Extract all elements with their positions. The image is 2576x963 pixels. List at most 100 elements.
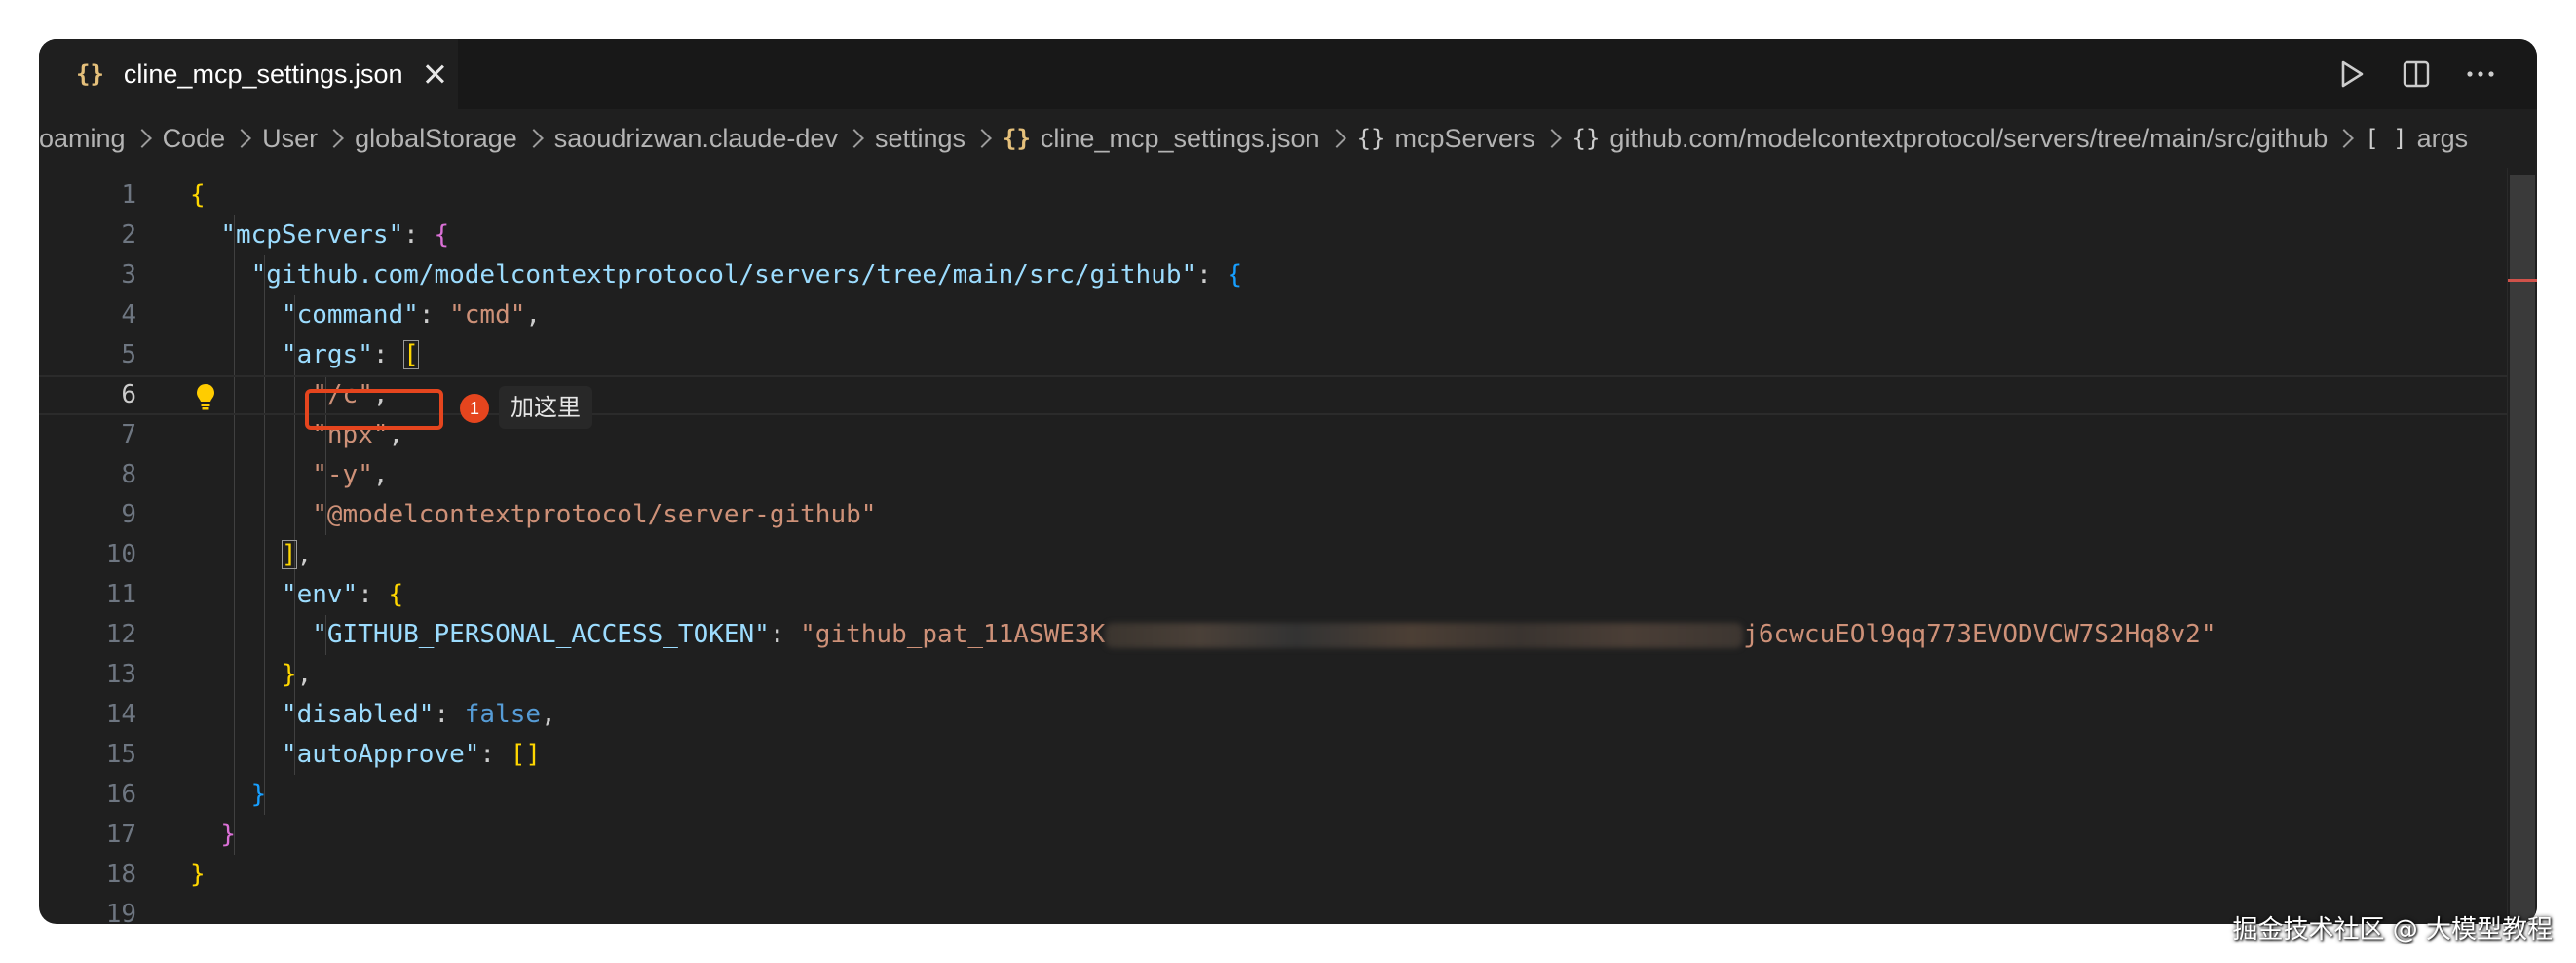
- breadcrumb-label: settings: [874, 123, 966, 153]
- line-number: 19: [105, 900, 136, 924]
- bracket-match: ]: [281, 540, 297, 569]
- code-text: },: [281, 660, 313, 689]
- json-string: "@modelcontextprotocol/server-github": [312, 500, 877, 529]
- close-icon[interactable]: [421, 60, 448, 88]
- line-number: 18: [105, 860, 136, 889]
- breadcrumb-label: github.com/modelcontextprotocol/servers/…: [1610, 123, 2329, 153]
- breadcrumb-symbol[interactable]: {} github.com/modelcontextprotocol/server…: [1572, 124, 2329, 154]
- code-line: 12 "GITHUB_PERSONAL_ACCESS_TOKEN": "gith…: [39, 615, 2514, 655]
- code-text: "disabled": false,: [281, 700, 556, 729]
- annotation-callout: 加这里: [499, 386, 592, 429]
- tab-bar: {} cline_mcp_settings.json: [39, 39, 2537, 109]
- breadcrumb-label: User: [262, 123, 319, 153]
- code-line: 1 {: [39, 175, 2514, 215]
- object-icon: {}: [1572, 125, 1601, 152]
- breadcrumb-label: globalStorage: [355, 123, 517, 153]
- code-text: {: [190, 180, 206, 210]
- line-number: 6: [121, 380, 136, 409]
- json-string: "-y": [312, 460, 373, 489]
- json-key: "command": [281, 300, 419, 329]
- chevron-right-icon: [845, 129, 864, 148]
- scrollbar-marker: [2508, 279, 2537, 282]
- line-number: 1: [121, 180, 136, 210]
- breadcrumb: oaming Code User globalStorage saoudrizw…: [39, 109, 2537, 168]
- code-text: }: [190, 860, 206, 889]
- code-line: 11 "env": {: [39, 575, 2514, 615]
- chevron-right-icon: [132, 129, 152, 148]
- breadcrumb-item[interactable]: saoudrizwan.claude-dev: [554, 124, 838, 154]
- chevron-right-icon: [972, 129, 992, 148]
- code-text: "args": [: [281, 340, 419, 369]
- breadcrumb-label: Code: [162, 123, 226, 153]
- code-line: 17 }: [39, 815, 2514, 855]
- line-number: 7: [121, 420, 136, 449]
- json-array: []: [510, 740, 542, 769]
- split-editor-icon[interactable]: [2399, 57, 2434, 92]
- tab-cline-mcp-settings[interactable]: {} cline_mcp_settings.json: [39, 39, 458, 109]
- bracket-match: [: [403, 340, 419, 369]
- code-line: 18 }: [39, 855, 2514, 895]
- json-key: "autoApprove": [281, 740, 480, 769]
- breadcrumb-label: cline_mcp_settings.json: [1040, 123, 1320, 153]
- breadcrumb-label: args: [2416, 123, 2469, 153]
- line-number: 12: [105, 620, 136, 649]
- breadcrumb-label: saoudrizwan.claude-dev: [553, 123, 838, 153]
- breadcrumb-file[interactable]: {} cline_mcp_settings.json: [1003, 124, 1320, 154]
- json-key: "mcpServers": [220, 220, 404, 250]
- code-text: "env": {: [281, 580, 404, 609]
- code-line: 5 "args": [: [39, 335, 2514, 375]
- json-string: "github_pat_11ASWE3K: [800, 620, 1106, 649]
- code-line: 15 "autoApprove": []: [39, 735, 2514, 775]
- line-number: 2: [121, 220, 136, 250]
- line-number: 8: [121, 460, 136, 489]
- code-editor[interactable]: 1 { 2 "mcpServers": { 3 "github.com/mode…: [39, 175, 2537, 924]
- code-text: }: [220, 820, 236, 849]
- line-number: 5: [121, 340, 136, 369]
- editor-window: {} cline_mcp_settings.json oaming Code U…: [39, 39, 2537, 924]
- json-key: "args": [281, 340, 373, 369]
- line-number: 11: [105, 580, 136, 609]
- code-line: 10 ],: [39, 535, 2514, 575]
- breadcrumb-label: mcpServers: [1394, 123, 1535, 153]
- code-line: 19: [39, 895, 2514, 924]
- breadcrumb-symbol[interactable]: [ ] args: [2365, 124, 2468, 154]
- more-icon[interactable]: [2463, 57, 2498, 92]
- breadcrumb-item[interactable]: oaming: [39, 124, 126, 154]
- code-line: 4 "command": "cmd",: [39, 295, 2514, 335]
- breadcrumb-item[interactable]: settings: [875, 124, 966, 154]
- scrollbar-thumb[interactable]: [2510, 175, 2535, 924]
- line-number: 3: [121, 260, 136, 289]
- run-icon[interactable]: [2334, 57, 2369, 92]
- json-key: "env": [281, 580, 359, 609]
- line-number: 10: [105, 540, 136, 569]
- editor-actions: [2334, 57, 2498, 92]
- json-string: j6cwcuEOl9qq773EVODVCW7S2Hq8v2": [1743, 620, 2216, 649]
- breadcrumb-item[interactable]: User: [262, 124, 318, 154]
- line-number: 4: [121, 300, 136, 329]
- line-number: 13: [105, 660, 136, 689]
- code-line: 13 },: [39, 655, 2514, 695]
- step-badge: 1: [460, 394, 489, 423]
- code-text: "-y",: [312, 460, 389, 489]
- json-key: "disabled": [281, 700, 435, 729]
- line-number: 14: [105, 700, 136, 729]
- chevron-right-icon: [232, 129, 252, 148]
- code-line: 16 }: [39, 775, 2514, 815]
- code-text: ],: [281, 540, 313, 569]
- chevron-right-icon: [523, 129, 544, 148]
- breadcrumb-symbol[interactable]: {} mcpServers: [1357, 124, 1535, 154]
- breadcrumb-label: oaming: [39, 123, 126, 153]
- redacted-mask: [1105, 622, 1744, 648]
- line-number: 15: [105, 740, 136, 769]
- json-key: "github.com/modelcontextprotocol/servers…: [250, 260, 1197, 289]
- json-braces-icon: {}: [76, 60, 104, 88]
- breadcrumb-item[interactable]: Code: [163, 124, 226, 154]
- code-line: 2 "mcpServers": {: [39, 215, 2514, 255]
- code-text: "@modelcontextprotocol/server-github": [190, 495, 876, 535]
- code-text: "GITHUB_PERSONAL_ACCESS_TOKEN": "github_…: [312, 620, 2216, 649]
- chevron-right-icon: [2334, 129, 2355, 148]
- code-text: "github.com/modelcontextprotocol/servers…: [250, 260, 1243, 289]
- breadcrumb-item[interactable]: globalStorage: [355, 124, 517, 154]
- highlight-box: [305, 389, 443, 430]
- code-text: }: [250, 780, 267, 809]
